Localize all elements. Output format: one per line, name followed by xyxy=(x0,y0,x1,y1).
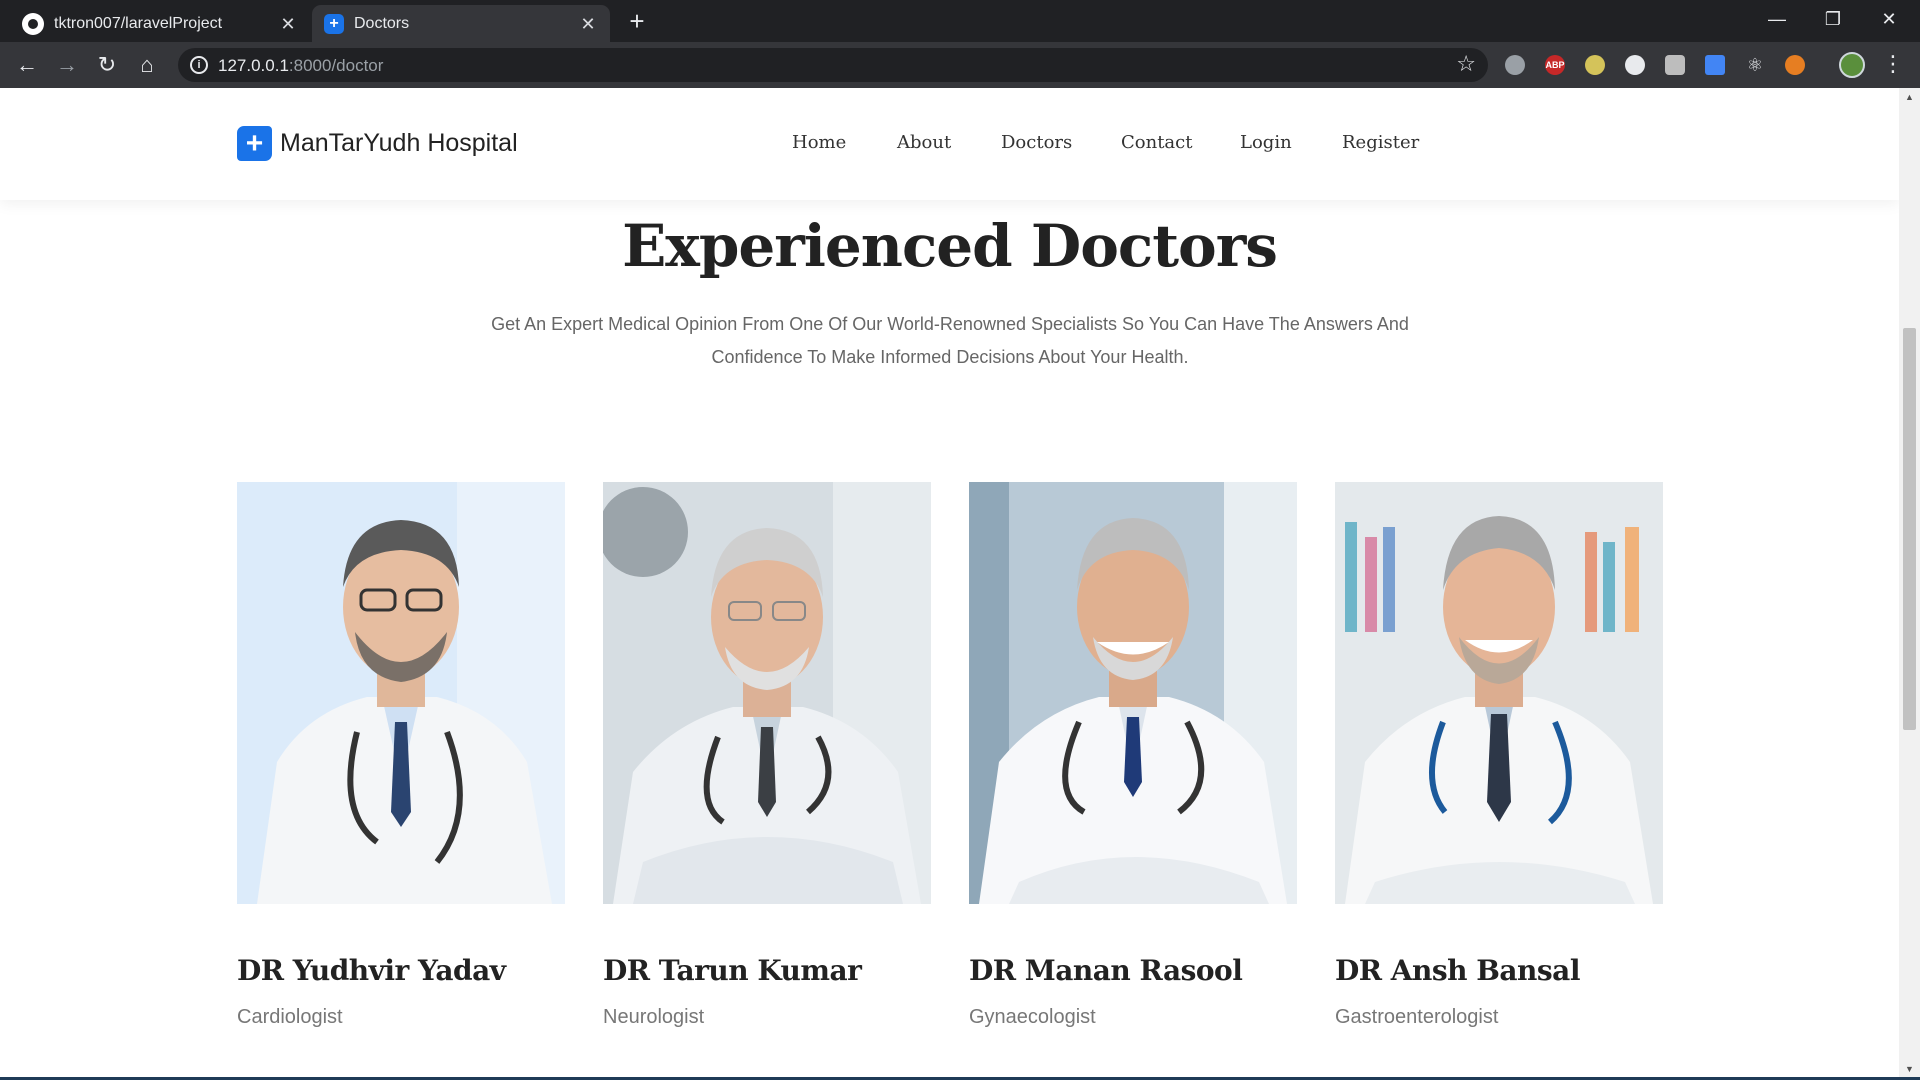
doctor-photo xyxy=(237,482,565,904)
nav-about[interactable]: About xyxy=(897,132,951,153)
nav-doctors[interactable]: Doctors xyxy=(1001,132,1072,153)
home-icon[interactable]: ⌂ xyxy=(133,51,161,79)
profile-avatar[interactable] xyxy=(1839,52,1865,78)
scroll-thumb[interactable] xyxy=(1903,328,1916,730)
plus-cross-icon: + xyxy=(237,126,272,161)
brand-name: ManTarYudh Hospital xyxy=(280,129,518,157)
brand-logo[interactable]: + ManTarYudh Hospital xyxy=(237,126,518,161)
tab-github[interactable]: tktron007/laravelProject ✕ xyxy=(10,5,310,42)
doctor-name: DR Manan Rasool xyxy=(969,954,1243,987)
doctor-photo xyxy=(1335,482,1663,904)
doctor-photo xyxy=(603,482,931,904)
subtitle-line-1: Get An Expert Medical Opinion From One O… xyxy=(491,314,1409,334)
tab-doctors[interactable]: + Doctors ✕ xyxy=(312,5,610,42)
nav-login[interactable]: Login xyxy=(1240,132,1292,153)
reload-icon[interactable]: ↻ xyxy=(93,51,121,79)
page-viewport: + ManTarYudh Hospital Home About Doctors… xyxy=(0,88,1899,1080)
minimize-icon[interactable]: — xyxy=(1754,4,1800,34)
close-icon[interactable]: ✕ xyxy=(278,14,298,34)
subtitle-line-2: Confidence To Make Informed Decisions Ab… xyxy=(711,347,1189,367)
url-text[interactable]: 127.0.0.1:8000/doctor xyxy=(218,56,383,76)
tab-title: tktron007/laravelProject xyxy=(54,14,223,32)
doctor-card[interactable]: DR Yudhvir Yadav Cardiologist xyxy=(237,482,565,1028)
hospital-favicon-icon: + xyxy=(324,13,344,34)
page-title: Experienced Doctors xyxy=(622,212,1278,280)
url-host: 127.0.0.1 xyxy=(218,56,289,75)
github-icon xyxy=(22,12,44,35)
scroll-up-arrow-icon[interactable]: ▲ xyxy=(1905,92,1914,102)
scroll-down-arrow-icon[interactable]: ▼ xyxy=(1905,1064,1914,1074)
nav-register[interactable]: Register xyxy=(1342,132,1419,153)
back-icon[interactable]: ← xyxy=(13,51,41,79)
forward-icon[interactable]: → xyxy=(53,51,81,79)
translate-icon[interactable] xyxy=(1705,55,1725,75)
address-bar[interactable]: i 127.0.0.1:8000/doctor ☆ xyxy=(178,48,1488,82)
close-icon[interactable]: ✕ xyxy=(578,14,598,34)
bookmark-star-icon[interactable]: ☆ xyxy=(1456,51,1476,77)
doctor-photo xyxy=(969,482,1297,904)
doctor-specialty: Neurologist xyxy=(603,1006,705,1028)
browser-toolbar: ← → ↻ ⌂ i 127.0.0.1:8000/doctor ☆ ABP ⚛ … xyxy=(0,42,1920,88)
doctor-specialty: Gynaecologist xyxy=(969,1006,1096,1028)
doctor-specialty: Cardiologist xyxy=(237,1006,343,1028)
doctor-card[interactable]: DR Manan Rasool Gynaecologist xyxy=(969,482,1297,1028)
kebab-menu-icon[interactable]: ⋮ xyxy=(1882,51,1904,77)
doctor-card[interactable]: DR Tarun Kumar Neurologist xyxy=(603,482,931,1028)
bulb-icon[interactable] xyxy=(1585,55,1605,75)
edge-icon[interactable] xyxy=(1505,55,1525,75)
react-icon[interactable]: ⚛ xyxy=(1745,55,1765,75)
doctor-name: DR Tarun Kumar xyxy=(603,954,862,987)
page-scrollbar[interactable]: ▲ ▼ xyxy=(1899,88,1920,1080)
doctor-name: DR Ansh Bansal xyxy=(1335,954,1580,987)
circle-block-icon[interactable] xyxy=(1625,55,1645,75)
tab-title: Doctors xyxy=(354,14,410,32)
new-tab-button[interactable]: + xyxy=(624,8,650,34)
adblock-icon[interactable]: ABP xyxy=(1545,55,1565,75)
browser-tab-bar: tktron007/laravelProject ✕ + Doctors ✕ +… xyxy=(0,0,1920,42)
camera-icon[interactable] xyxy=(1665,55,1685,75)
page-subtitle: Get An Expert Medical Opinion From One O… xyxy=(480,308,1420,374)
doctor-card[interactable]: DR Ansh Bansal Gastroenterologist xyxy=(1335,482,1663,1028)
doctor-name: DR Yudhvir Yadav xyxy=(237,954,506,987)
site-header: + ManTarYudh Hospital Home About Doctors… xyxy=(0,88,1899,200)
nav-home[interactable]: Home xyxy=(792,132,846,153)
url-path: :8000/doctor xyxy=(288,56,384,75)
nav-contact[interactable]: Contact xyxy=(1121,132,1192,153)
color-icon[interactable] xyxy=(1785,55,1805,75)
info-icon[interactable]: i xyxy=(190,56,208,74)
doctor-specialty: Gastroenterologist xyxy=(1335,1006,1499,1028)
window-close-icon[interactable]: ✕ xyxy=(1866,4,1912,34)
restore-icon[interactable]: ❐ xyxy=(1810,4,1856,34)
